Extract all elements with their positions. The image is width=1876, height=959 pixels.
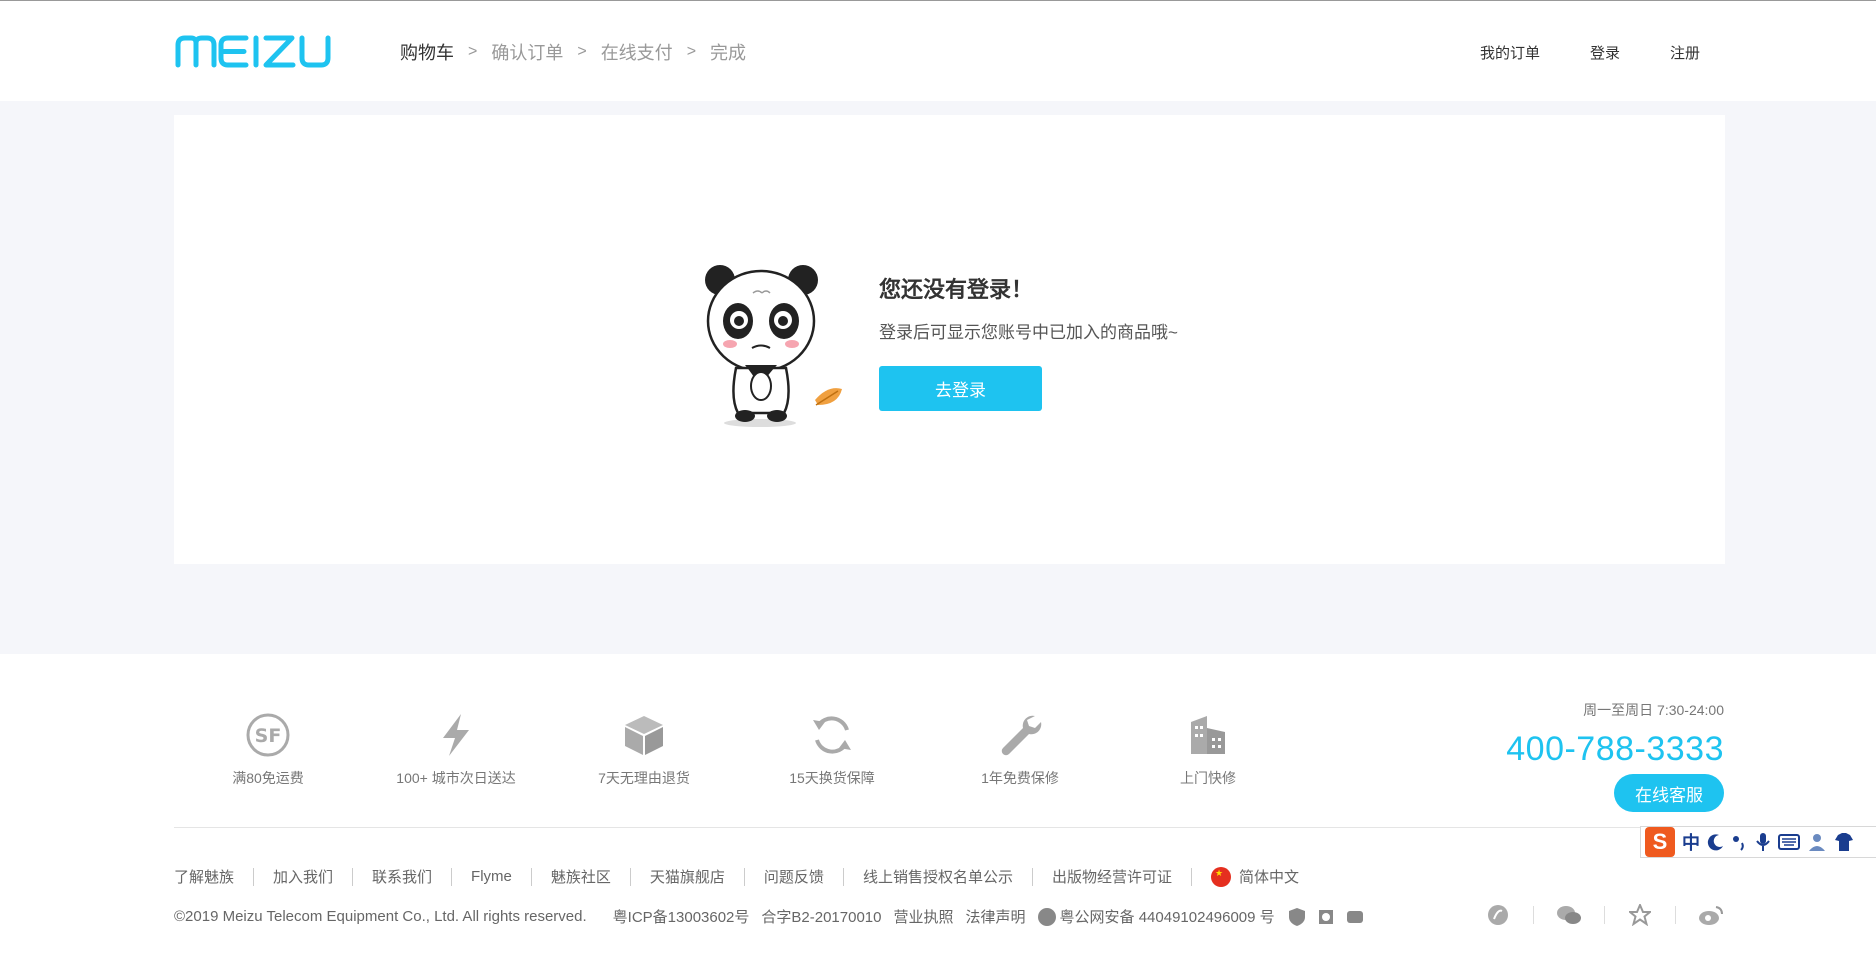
step-online-payment: 在线支付 — [600, 43, 673, 63]
link-separator — [530, 867, 532, 886]
link-separator — [1031, 867, 1033, 886]
building-icon — [1191, 716, 1225, 754]
shield-icon[interactable] — [1287, 907, 1307, 927]
footer-link-about[interactable]: 了解魅族 — [174, 866, 234, 887]
language-label: 简体中文 — [1238, 869, 1299, 886]
icp-link[interactable]: 粤ICP备13003602号 — [613, 906, 750, 927]
link-separator — [842, 867, 844, 886]
register-link[interactable]: 注册 — [1670, 42, 1700, 63]
lightning-icon — [443, 714, 469, 756]
footer-link-join[interactable]: 加入我们 — [273, 866, 333, 887]
link-separator — [629, 867, 631, 886]
moon-icon[interactable] — [1707, 833, 1725, 851]
link-separator — [743, 867, 745, 886]
link-separator — [253, 867, 255, 886]
service-label: 7天无理由退货 — [598, 770, 690, 786]
footer-link-contact[interactable]: 联系我们 — [372, 866, 432, 887]
step-separator: > — [577, 43, 587, 60]
go-login-button[interactable]: 去登录 — [879, 366, 1042, 411]
sf-express-icon: SF — [246, 713, 290, 757]
star-icon[interactable] — [1627, 902, 1653, 928]
panda-illustration — [705, 265, 842, 427]
refresh-icon — [813, 716, 851, 754]
service-label: 满80免运费 — [232, 770, 304, 786]
link-separator — [1190, 867, 1192, 886]
footer-links: 了解魅族 加入我们 联系我们 Flyme 魅族社区 天猫旗舰店 问题反馈 线上销… — [174, 866, 1299, 887]
police-record-link[interactable]: 粤公网安备 44049102496009 号 — [1060, 906, 1275, 927]
wrench-icon — [1001, 715, 1042, 756]
my-orders-link[interactable]: 我的订单 — [1480, 42, 1540, 63]
copyright-text: ©2019 Meizu Telecom Equipment Co., Ltd. … — [174, 908, 587, 925]
microphone-icon[interactable] — [1755, 832, 1771, 852]
skin-icon[interactable] — [1834, 832, 1854, 852]
copyright-bar: ©2019 Meizu Telecom Equipment Co., Ltd. … — [174, 906, 1374, 927]
footer-link-flyme[interactable]: Flyme — [471, 868, 512, 885]
footer-link-publication-license[interactable]: 出版物经营许可证 — [1052, 866, 1172, 887]
footer-link-tmall[interactable]: 天猫旗舰店 — [650, 866, 725, 887]
step-confirm-order: 确认订单 — [491, 43, 564, 63]
china-flag-icon — [1210, 866, 1231, 887]
ime-toolbar: S 中 — [1640, 826, 1876, 858]
police-badge-icon — [1037, 907, 1056, 926]
service-item: 7天无理由退货 — [550, 712, 738, 788]
sogou-logo-icon[interactable]: S — [1645, 827, 1675, 857]
footer-link-community[interactable]: 魅族社区 — [551, 866, 611, 887]
link-separator — [352, 867, 354, 886]
language-selector[interactable]: 简体中文 — [1210, 866, 1299, 887]
b2-license-link[interactable]: 合字B2-20170010 — [761, 906, 881, 927]
service-list: SF 满80免运费 100+ 城市次日送达 7天无理由退货 15天换货保障 1年… — [174, 712, 1302, 788]
wechat-icon[interactable] — [1556, 902, 1582, 928]
top-nav: 我的订单 登录 注册 — [1480, 42, 1700, 63]
step-cart: 购物车 — [400, 43, 454, 63]
punctuation-icon[interactable] — [1732, 833, 1748, 851]
input-mode-toggle[interactable]: 中 — [1682, 829, 1700, 855]
step-separator: > — [468, 43, 478, 60]
footer-link-authorized-sellers[interactable]: 线上销售授权名单公示 — [863, 866, 1013, 887]
header: 购物车 > 确认订单 > 在线支付 > 完成 我的订单 登录 注册 — [0, 1, 1876, 101]
service-hours: 周一至周日 7:30-24:00 — [1583, 702, 1724, 718]
not-logged-in-subtitle: 登录后可显示您账号中已加入的商品哦~ — [879, 323, 1178, 342]
service-label: 100+ 城市次日送达 — [396, 770, 516, 786]
social-separator — [1604, 906, 1605, 924]
box-icon — [625, 716, 663, 755]
service-item: 1年免费保修 — [926, 712, 1114, 788]
not-logged-in-title: 您还没有登录！ — [879, 277, 1034, 302]
weibo-icon[interactable] — [1698, 902, 1724, 928]
step-separator: > — [686, 43, 697, 60]
hotline-number: 400-788-3333 — [1506, 730, 1724, 768]
certification-icon[interactable] — [1316, 907, 1336, 927]
service-label: 上门快修 — [1180, 770, 1236, 786]
svg-text:SF: SF — [255, 725, 282, 747]
checkout-steps: 购物车 > 确认订单 > 在线支付 > 完成 — [400, 39, 746, 65]
footer-divider — [174, 827, 1725, 828]
contact-info: 周一至周日 7:30-24:00 400-788-3333 — [1506, 700, 1724, 769]
service-item: 15天换货保障 — [738, 712, 926, 788]
social-separator — [1533, 906, 1534, 924]
trust-badge-icon[interactable] — [1345, 907, 1365, 927]
service-item: 100+ 城市次日送达 — [362, 712, 550, 788]
keyboard-icon[interactable] — [1778, 834, 1800, 850]
online-service-button[interactable]: 在线客服 — [1614, 774, 1724, 812]
step-complete: 完成 — [710, 43, 747, 63]
service-item: SF 满80免运费 — [174, 712, 362, 788]
user-icon[interactable] — [1807, 832, 1827, 852]
flyme-icon[interactable] — [1485, 902, 1511, 928]
legal-statement-link[interactable]: 法律声明 — [966, 906, 1026, 927]
service-label: 1年免费保修 — [981, 770, 1059, 786]
business-license-link[interactable]: 营业执照 — [894, 906, 954, 927]
footer-link-feedback[interactable]: 问题反馈 — [764, 866, 824, 887]
social-separator — [1675, 906, 1676, 924]
service-item: 上门快修 — [1114, 712, 1302, 788]
service-label: 15天换货保障 — [789, 770, 875, 786]
login-link[interactable]: 登录 — [1590, 42, 1620, 63]
link-separator — [451, 867, 453, 886]
footer: SF 满80免运费 100+ 城市次日送达 7天无理由退货 15天换货保障 1年… — [0, 654, 1876, 959]
social-links — [1485, 902, 1724, 928]
meizu-logo[interactable] — [174, 34, 332, 68]
